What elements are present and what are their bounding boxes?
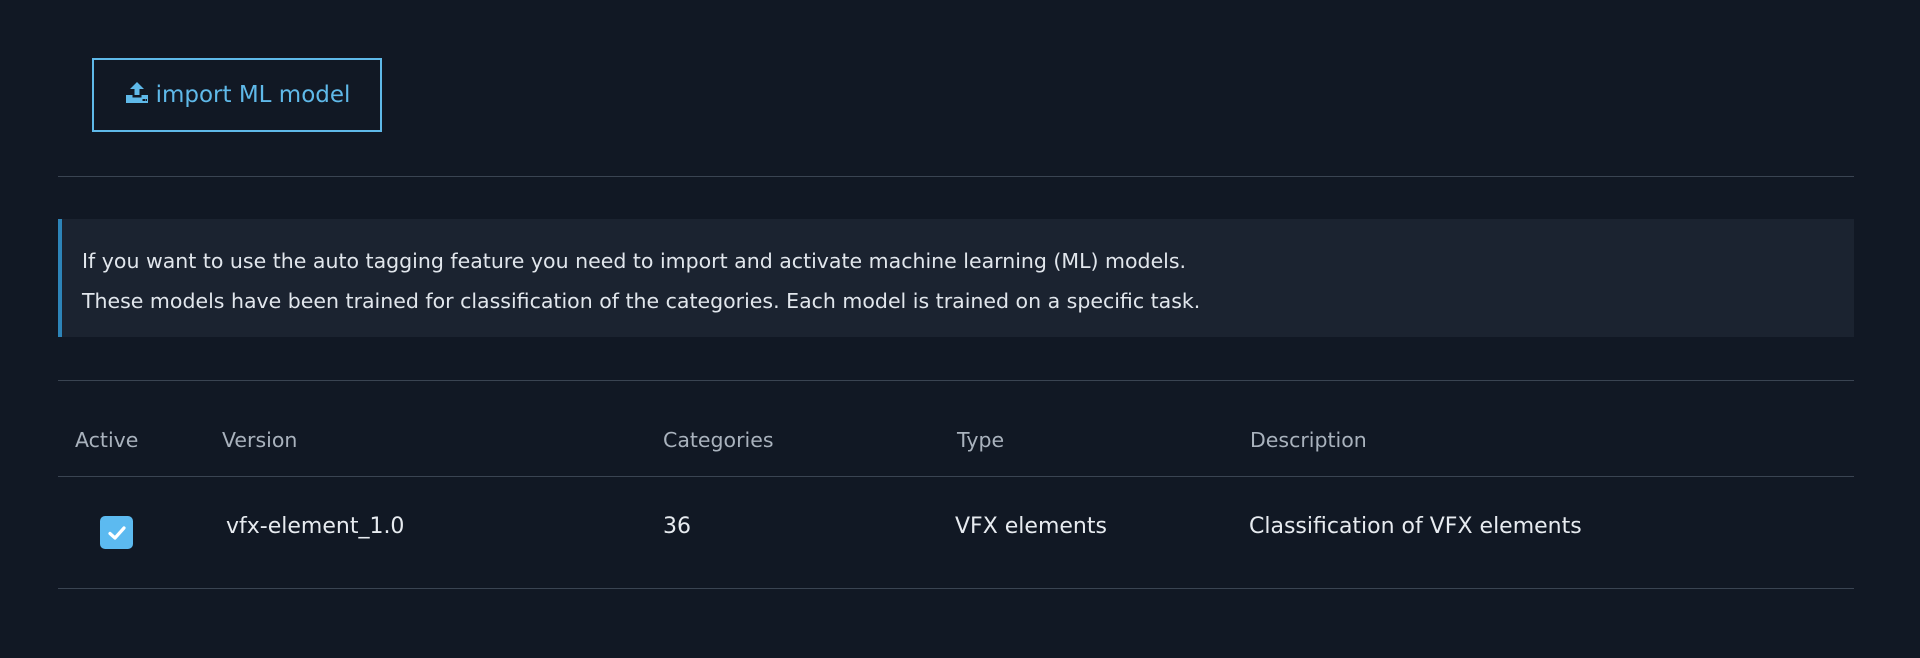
cell-version: vfx-element_1.0 bbox=[226, 514, 405, 539]
divider bbox=[58, 176, 1854, 177]
info-callout: If you want to use the auto tagging feat… bbox=[58, 219, 1854, 337]
divider bbox=[58, 476, 1854, 477]
import-ml-model-button[interactable]: import ML model bbox=[92, 58, 382, 132]
divider bbox=[58, 380, 1854, 381]
info-text-line-2: These models have been trained for class… bbox=[82, 289, 1201, 313]
column-header-categories: Categories bbox=[663, 428, 774, 452]
divider bbox=[58, 588, 1854, 589]
checkmark-icon bbox=[107, 525, 126, 540]
column-header-description: Description bbox=[1250, 428, 1367, 452]
cell-description: Classification of VFX elements bbox=[1249, 514, 1582, 539]
column-header-version: Version bbox=[222, 428, 298, 452]
cell-categories: 36 bbox=[663, 514, 691, 539]
import-button-label: import ML model bbox=[155, 82, 351, 108]
cell-type: VFX elements bbox=[955, 514, 1107, 539]
column-header-type: Type bbox=[957, 428, 1005, 452]
column-header-active: Active bbox=[75, 428, 139, 452]
upload-icon bbox=[124, 80, 150, 106]
active-checkbox[interactable] bbox=[100, 516, 133, 549]
info-text-line-1: If you want to use the auto tagging feat… bbox=[82, 249, 1187, 273]
ml-models-page: import ML model If you want to use the a… bbox=[0, 0, 1920, 658]
